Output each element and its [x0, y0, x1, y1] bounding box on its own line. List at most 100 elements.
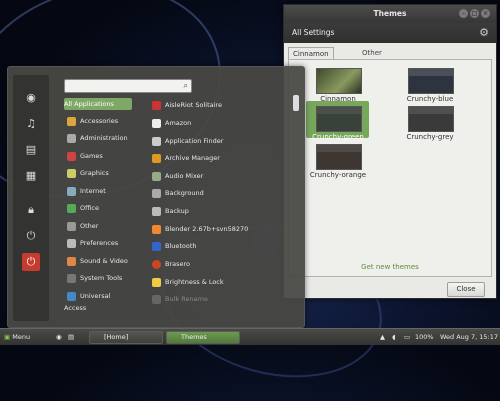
app-label: Blender 2.67b+svn58270	[165, 225, 249, 233]
category-internet[interactable]: Internet	[64, 185, 132, 197]
category-office[interactable]: Office	[64, 202, 132, 214]
internet-icon	[67, 186, 76, 196]
app-item[interactable]: Brasero	[152, 258, 282, 270]
app-label: Bluetooth	[165, 242, 197, 250]
volume-icon[interactable]: ◖	[392, 331, 395, 343]
search-input[interactable]: ⌕	[64, 79, 192, 93]
accessories-icon	[67, 116, 76, 126]
shutdown-icon[interactable]: ⏻	[22, 253, 40, 271]
system-tools-icon	[67, 273, 76, 283]
favorites-sidebar: ◉ ♫ ▤ ▦ 🔒︎ ⏻ ⏻	[13, 75, 49, 321]
app-item[interactable]: AisleRiot Solitaire	[152, 99, 282, 111]
app-label: Archive Manager	[165, 154, 220, 162]
themes-grid: Cinnamon Crunchy-blue Crunchy-green Crun…	[288, 59, 492, 277]
gear-icon[interactable]: ⚙	[479, 26, 489, 39]
clock[interactable]: Wed Aug 7, 15:17	[440, 331, 498, 343]
category-accessories[interactable]: Accessories	[64, 115, 132, 127]
category-other[interactable]: Other	[64, 220, 132, 232]
theme-label[interactable]: Crunchy-green	[303, 133, 373, 141]
universal-access-icon	[67, 291, 76, 301]
theme-thumb-crunchy-green[interactable]	[316, 106, 362, 132]
category-system-tools[interactable]: System Tools	[64, 272, 132, 284]
bulk-rename-icon	[152, 294, 161, 304]
taskbar-themes-window[interactable]: Themes	[166, 331, 240, 344]
category-label: Games	[80, 152, 103, 160]
app-item[interactable]: Brightness & Lock	[152, 276, 282, 288]
taskbar-home-label: [Home]	[104, 333, 129, 341]
graphics-icon	[67, 168, 76, 178]
scrollbar-thumb[interactable]	[293, 95, 299, 111]
app-item[interactable]: Bulk Rename	[152, 293, 282, 305]
firefox-icon[interactable]: ◉	[22, 89, 40, 107]
themes-titlebar[interactable]: Themes – □ ×	[284, 5, 496, 23]
maximize-icon[interactable]: □	[470, 9, 479, 18]
app-item[interactable]: Bluetooth	[152, 240, 282, 252]
network-icon[interactable]: ▲	[380, 331, 385, 343]
audio-mixer-icon	[152, 171, 161, 181]
firefox-launcher-icon[interactable]: ◉	[56, 331, 62, 343]
app-item[interactable]: Background	[152, 187, 282, 199]
theme-thumb-crunchy-grey[interactable]	[408, 106, 454, 132]
lock-icon[interactable]: 🔒︎	[22, 201, 40, 219]
theme-label[interactable]: Crunchy-orange	[303, 171, 373, 179]
terminal-launcher-icon[interactable]: ▤	[68, 331, 74, 343]
category-label: Internet	[80, 187, 106, 195]
music-icon[interactable]: ♫	[22, 115, 40, 133]
category-graphics[interactable]: Graphics	[64, 167, 132, 179]
get-new-themes-link[interactable]: Get new themes	[289, 263, 491, 271]
app-label: Background	[165, 189, 204, 197]
menu-button[interactable]: ▣ Menu	[4, 331, 30, 343]
sound-video-icon	[67, 256, 76, 266]
preferences-icon	[67, 238, 76, 248]
background-icon	[152, 188, 161, 198]
theme-label[interactable]: Crunchy-blue	[395, 95, 465, 103]
category-administration[interactable]: Administration	[64, 132, 132, 144]
backup-icon	[152, 206, 161, 216]
app-label: Backup	[165, 207, 189, 215]
other-icon	[67, 221, 76, 231]
close-icon[interactable]: ×	[481, 9, 490, 18]
category-games[interactable]: Games	[64, 150, 132, 162]
bluetooth-icon	[152, 241, 161, 251]
app-item[interactable]: Audio Mixer	[152, 170, 282, 182]
theme-thumb-crunchy-blue[interactable]	[408, 68, 454, 94]
app-item[interactable]: Amazon	[152, 117, 282, 129]
files-icon[interactable]: ▦	[22, 167, 40, 185]
terminal-icon[interactable]: ▤	[22, 141, 40, 159]
category-label: Other	[80, 222, 99, 230]
category-sound-video[interactable]: Sound & Video	[64, 255, 132, 267]
minimize-icon[interactable]: –	[459, 9, 468, 18]
all-settings-button[interactable]: All Settings	[292, 28, 334, 37]
taskbar-themes-label: Themes	[181, 333, 207, 341]
theme-label[interactable]: Cinnamon	[303, 95, 373, 103]
games-icon	[67, 151, 76, 161]
category-preferences[interactable]: Preferences	[64, 237, 132, 249]
battery-icon[interactable]: ▭	[404, 331, 410, 343]
blender-icon	[152, 224, 161, 234]
app-finder-icon	[152, 136, 161, 146]
app-item[interactable]: Archive Manager	[152, 152, 282, 164]
themes-window: Themes – □ × All Settings ⚙ Cinnamon the…	[283, 4, 497, 299]
theme-thumb-cinnamon[interactable]	[316, 68, 362, 94]
close-button[interactable]: Close	[447, 282, 485, 297]
app-label: Brightness & Lock	[165, 278, 224, 286]
category-universal-access[interactable]: Universal Access	[64, 290, 132, 312]
application-menu: ◉ ♫ ▤ ▦ 🔒︎ ⏻ ⏻ ⌕ All Applications Access…	[7, 66, 305, 328]
theme-thumb-crunchy-orange[interactable]	[316, 144, 362, 170]
solitaire-icon	[152, 100, 161, 110]
archive-icon	[152, 153, 161, 163]
category-label: Graphics	[80, 169, 109, 177]
logout-icon[interactable]: ⏻	[22, 227, 40, 245]
app-label: Amazon	[165, 119, 192, 127]
tab-other-settings[interactable]: Other settings	[358, 47, 394, 69]
menu-label: Menu	[12, 333, 31, 341]
theme-label[interactable]: Crunchy-grey	[395, 133, 465, 141]
administration-icon	[67, 133, 76, 143]
app-item[interactable]: Application Finder	[152, 135, 282, 147]
app-item[interactable]: Backup	[152, 205, 282, 217]
category-label: System Tools	[80, 274, 123, 282]
category-all-applications[interactable]: All Applications	[64, 98, 132, 110]
app-label: AisleRiot Solitaire	[165, 101, 222, 109]
taskbar-home-window[interactable]: [Home]	[89, 331, 163, 344]
app-item[interactable]: Blender 2.67b+svn58270	[152, 223, 282, 235]
